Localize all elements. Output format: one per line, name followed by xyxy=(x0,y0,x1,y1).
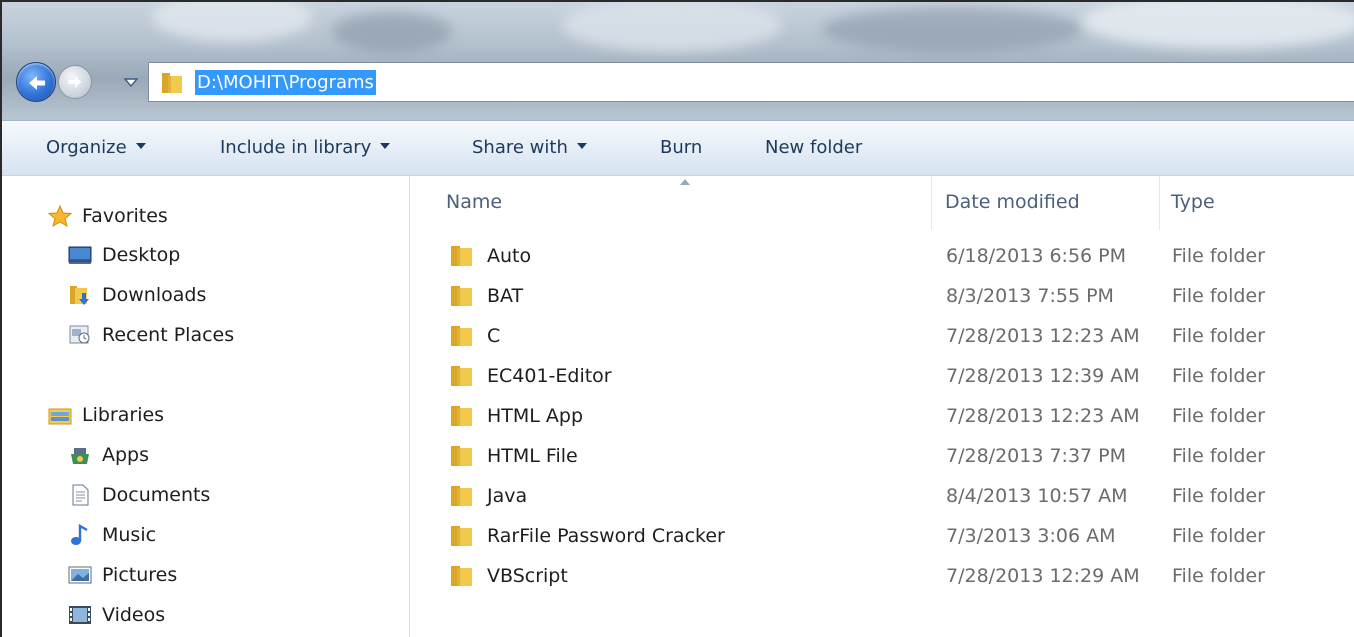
file-date-modified: 8/3/2013 7:55 PM xyxy=(946,285,1114,307)
file-type: File folder xyxy=(1172,245,1265,267)
file-type: File folder xyxy=(1172,285,1265,307)
folder-icon xyxy=(451,566,472,586)
folder-icon xyxy=(451,246,472,266)
pictures-icon xyxy=(68,566,92,584)
folder-icon xyxy=(451,406,472,426)
file-date-modified: 7/28/2013 12:23 AM xyxy=(946,325,1140,347)
title-bar: D:\MOHIT\Programs xyxy=(2,2,1354,120)
nav-item-pictures-label: Pictures xyxy=(102,564,178,586)
share-with-button[interactable]: Share with xyxy=(472,136,587,160)
nav-item-downloads-label: Downloads xyxy=(102,284,207,306)
folder-icon xyxy=(451,446,472,466)
file-date-modified: 7/28/2013 12:29 AM xyxy=(946,565,1140,587)
include-in-library-button[interactable]: Include in library xyxy=(220,136,391,160)
arrow-right-icon xyxy=(68,76,82,88)
desktop-icon xyxy=(68,246,92,264)
recent-pages-dropdown-icon[interactable] xyxy=(122,75,140,89)
file-type: File folder xyxy=(1172,405,1265,427)
file-type: File folder xyxy=(1172,485,1265,507)
file-type: File folder xyxy=(1172,365,1265,387)
file-row[interactable]: Java 8/4/2013 10:57 AM File folder xyxy=(441,476,1321,516)
chevron-down-icon xyxy=(576,143,587,149)
videos-icon xyxy=(69,606,91,624)
nav-item-music-label: Music xyxy=(102,524,157,546)
file-name: VBScript xyxy=(487,565,568,587)
command-bar: Organize Include in library Share with B… xyxy=(2,120,1354,176)
share-with-label: Share with xyxy=(472,137,568,158)
folder-icon xyxy=(451,366,472,386)
star-icon xyxy=(48,205,72,227)
file-type: File folder xyxy=(1172,525,1265,547)
nav-libraries-label: Libraries xyxy=(82,404,165,426)
forward-button[interactable] xyxy=(58,65,92,99)
nav-favorites-label: Favorites xyxy=(82,205,168,227)
nav-item-recent-places-label: Recent Places xyxy=(102,324,235,346)
file-name: Java xyxy=(487,485,528,507)
file-name: Auto xyxy=(487,245,532,267)
file-name: HTML App xyxy=(487,405,584,427)
folder-icon xyxy=(451,486,472,506)
burn-button[interactable]: Burn xyxy=(660,136,702,160)
file-date-modified: 7/28/2013 7:37 PM xyxy=(946,445,1127,467)
file-row[interactable]: RarFile Password Cracker 7/3/2013 3:06 A… xyxy=(441,516,1321,556)
explorer-window: D:\MOHIT\Programs Organize Include in li… xyxy=(0,0,1354,637)
sort-ascending-icon xyxy=(680,179,690,185)
file-row[interactable]: EC401-Editor 7/28/2013 12:39 AM File fol… xyxy=(441,356,1321,396)
folder-icon xyxy=(451,526,472,546)
folder-icon xyxy=(451,286,472,306)
organize-button[interactable]: Organize xyxy=(46,136,146,160)
file-name: EC401-Editor xyxy=(487,365,612,387)
file-date-modified: 8/4/2013 10:57 AM xyxy=(946,485,1128,507)
new-folder-button[interactable]: New folder xyxy=(765,136,862,160)
recent-places-icon xyxy=(69,325,90,344)
column-header-type[interactable]: Type xyxy=(1171,188,1215,216)
file-row[interactable]: VBScript 7/28/2013 12:29 AM File folder xyxy=(441,556,1321,596)
file-date-modified: 7/28/2013 12:39 AM xyxy=(946,365,1140,387)
nav-item-documents-label: Documents xyxy=(102,484,211,506)
file-row[interactable]: BAT 8/3/2013 7:55 PM File folder xyxy=(441,276,1321,316)
navigation-pane: Favorites Desktop Downloads Recent Place… xyxy=(2,176,410,637)
file-row[interactable]: HTML File 7/28/2013 7:37 PM File folder xyxy=(441,436,1321,476)
documents-icon xyxy=(72,484,89,506)
organize-label: Organize xyxy=(46,137,127,158)
file-name: RarFile Password Cracker xyxy=(487,525,725,547)
column-header-name[interactable]: Name xyxy=(446,188,502,216)
arrow-left-icon xyxy=(29,76,45,90)
file-list: Name Date modified Type Auto 6/18/2013 6… xyxy=(411,176,1354,637)
burn-label: Burn xyxy=(660,137,703,158)
address-bar[interactable]: D:\MOHIT\Programs xyxy=(148,62,1354,102)
column-divider[interactable] xyxy=(931,176,932,230)
folder-icon xyxy=(162,73,182,93)
libraries-icon xyxy=(48,408,72,425)
folder-icon xyxy=(451,326,472,346)
apps-icon xyxy=(71,448,89,464)
downloads-icon xyxy=(70,286,89,305)
file-row[interactable]: HTML App 7/28/2013 12:23 AM File folder xyxy=(441,396,1321,436)
address-path-text[interactable]: D:\MOHIT\Programs xyxy=(195,70,376,95)
file-row[interactable]: Auto 6/18/2013 6:56 PM File folder xyxy=(441,236,1321,276)
music-icon xyxy=(71,524,88,545)
back-button[interactable] xyxy=(16,62,56,102)
file-name: HTML File xyxy=(487,445,578,467)
include-in-library-label: Include in library xyxy=(220,137,372,158)
column-divider[interactable] xyxy=(1159,176,1160,230)
file-type: File folder xyxy=(1172,565,1265,587)
file-date-modified: 6/18/2013 6:56 PM xyxy=(946,245,1127,267)
file-type: File folder xyxy=(1172,325,1265,347)
file-name: BAT xyxy=(487,285,524,307)
chevron-down-icon xyxy=(380,143,391,149)
nav-item-videos-label: Videos xyxy=(102,604,166,626)
chevron-down-icon xyxy=(135,143,146,149)
file-name: C xyxy=(487,325,501,347)
file-date-modified: 7/28/2013 12:23 AM xyxy=(946,405,1140,427)
nav-item-desktop-label: Desktop xyxy=(102,244,181,266)
column-header-date-modified[interactable]: Date modified xyxy=(945,188,1080,216)
file-type: File folder xyxy=(1172,445,1265,467)
new-folder-label: New folder xyxy=(765,137,863,158)
file-row[interactable]: C 7/28/2013 12:23 AM File folder xyxy=(441,316,1321,356)
file-date-modified: 7/3/2013 3:06 AM xyxy=(946,525,1116,547)
nav-item-apps-label: Apps xyxy=(102,444,150,466)
